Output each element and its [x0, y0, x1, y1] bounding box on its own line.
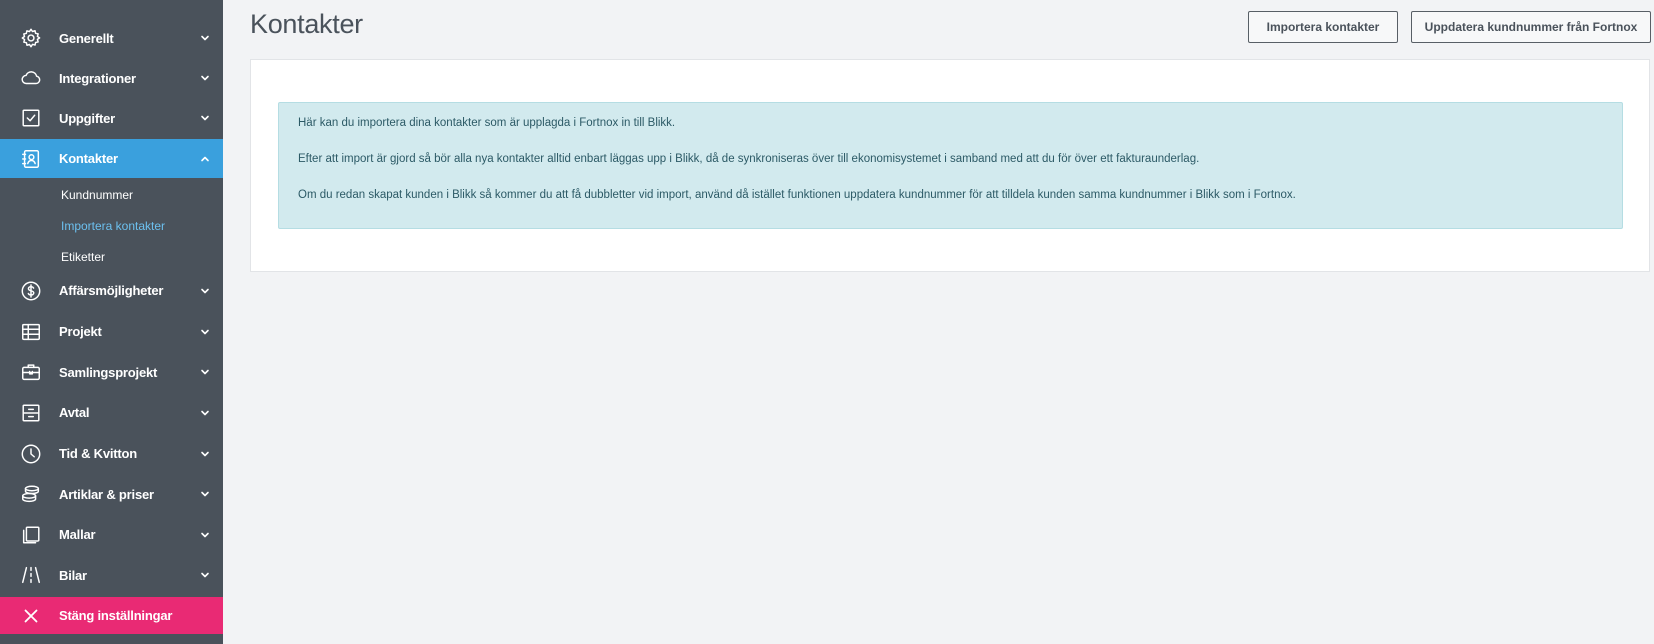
sidebar-item-tid-kvitton[interactable]: Tid & Kvitton: [0, 433, 223, 474]
chevron-down-icon: [199, 326, 211, 338]
contact-book-icon: [19, 147, 43, 171]
chevron-down-icon: [199, 488, 211, 500]
sidebar-item-label: Generellt: [59, 30, 114, 46]
sidebar-item-artiklar-priser[interactable]: Artiklar & priser: [0, 474, 223, 514]
copy-icon: [19, 523, 43, 547]
sidebar-item-avtal[interactable]: Avtal: [0, 392, 223, 433]
sidebar-item-label: Bilar: [59, 567, 87, 583]
sidebar-item-mallar[interactable]: Mallar: [0, 514, 223, 555]
sidebar-item-label: Samlingsprojekt: [59, 364, 158, 380]
chevron-down-icon: [199, 112, 211, 124]
coins-icon: [19, 482, 43, 506]
chevron-down-icon: [199, 569, 211, 581]
road-icon: [19, 563, 43, 587]
sidebar-item-label: Integrationer: [59, 70, 136, 86]
dollar-circle-icon: [19, 279, 43, 303]
import-contacts-button[interactable]: Importera kontakter: [1248, 11, 1398, 43]
info-text-line: Här kan du importera dina kontakter som …: [298, 117, 676, 129]
sidebar-item-projekt[interactable]: Projekt: [0, 311, 223, 352]
cloud-icon: [19, 66, 43, 90]
sidebar-item-label: Projekt: [59, 324, 102, 339]
sidebar-item-label: Uppgifter: [59, 110, 115, 126]
sidebar-item-samlingsprojekt[interactable]: Samlingsprojekt: [0, 352, 223, 392]
sidebar-item-kontakter[interactable]: Kontakter: [0, 139, 223, 178]
chevron-down-icon: [199, 32, 211, 44]
close-settings-button[interactable]: Stäng inställningar: [0, 597, 223, 634]
info-text-line: Efter att import är gjord så bör alla ny…: [298, 153, 1200, 165]
sidebar-item-affarsmojligheter[interactable]: Affärsmöjligheter: [0, 270, 223, 311]
close-icon: [19, 604, 43, 628]
chevron-up-icon: [199, 153, 211, 165]
sidebar-item-integrationer[interactable]: Integrationer: [0, 58, 223, 98]
sidebar-item-label: Avtal: [59, 405, 90, 420]
checkbox-icon: [19, 106, 43, 130]
briefcase-icon: [19, 360, 43, 384]
chevron-down-icon: [199, 285, 211, 297]
sidebar-item-generellt[interactable]: Generellt: [0, 18, 223, 58]
page-title: Kontakter: [250, 9, 363, 39]
clock-icon: [19, 442, 43, 466]
chevron-down-icon: [199, 529, 211, 541]
chevron-down-icon: [199, 72, 211, 84]
close-settings-label: Stäng inställningar: [59, 608, 173, 623]
info-alert: Här kan du importera dina kontakter som …: [278, 102, 1623, 229]
table-icon: [19, 320, 43, 344]
chevron-down-icon: [199, 366, 211, 378]
gear-icon: [19, 26, 43, 50]
sidebar-subitem-etiketter[interactable]: Etiketter: [61, 250, 105, 264]
chevron-down-icon: [199, 407, 211, 419]
sidebar-item-uppgifter[interactable]: Uppgifter: [0, 98, 223, 138]
sidebar-item-label: Affärsmöjligheter: [59, 283, 164, 298]
sidebar-item-label: Mallar: [59, 527, 96, 542]
sidebar-item-label: Artiklar & priser: [59, 486, 154, 502]
sidebar-subitem-importera-kontakter[interactable]: Importera kontakter: [61, 219, 165, 233]
update-customer-numbers-button[interactable]: Uppdatera kundnummer från Fortnox: [1411, 11, 1651, 43]
sidebar: Generellt Integrationer Uppgifter Kontak…: [0, 0, 223, 644]
sidebar-subitem-kundnummer[interactable]: Kundnummer: [61, 188, 133, 202]
info-text-line: Om du redan skapat kunden i Blikk så kom…: [298, 189, 1296, 201]
archive-icon: [19, 401, 43, 425]
chevron-down-icon: [199, 448, 211, 460]
sidebar-item-bilar[interactable]: Bilar: [0, 555, 223, 595]
sidebar-item-label: Kontakter: [59, 151, 118, 166]
sidebar-item-label: Tid & Kvitton: [59, 446, 138, 461]
